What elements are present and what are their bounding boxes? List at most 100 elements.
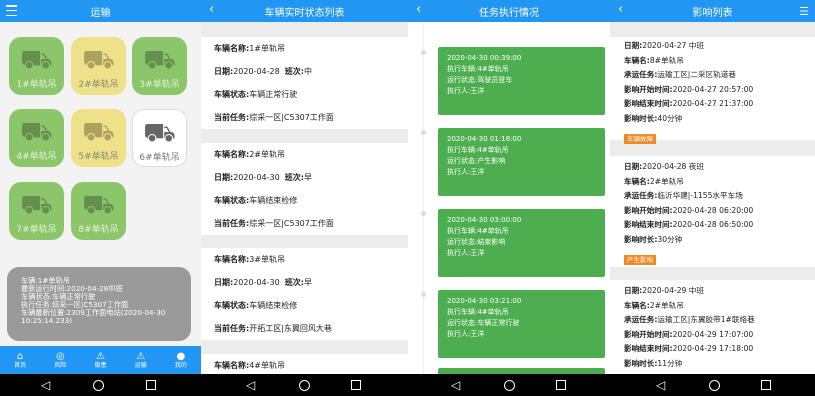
home-circle-icon[interactable] bbox=[504, 380, 515, 391]
field-value: 车辆结束检修 bbox=[249, 196, 298, 205]
back-triangle-icon[interactable]: ◁ bbox=[451, 378, 460, 392]
tab-label: 隐患 bbox=[94, 361, 107, 369]
impact-card[interactable]: 日期:2020-04-29 中班 车辆名:2#单轨吊 承运任务:运输工区|东翼胶… bbox=[610, 280, 815, 374]
header: ‹ 影响列表 ☰ bbox=[610, 0, 815, 22]
back-triangle-icon[interactable]: ◁ bbox=[246, 378, 255, 392]
timeline-dot bbox=[421, 130, 426, 135]
vehicle-card[interactable]: 车辆名称:4#单轨吊 bbox=[201, 354, 408, 374]
field-value: 2020-04-29 17:18:00 bbox=[672, 344, 754, 353]
recents-square-icon[interactable] bbox=[556, 380, 566, 390]
back-arrow-icon[interactable]: ‹ bbox=[416, 3, 421, 17]
task-card[interactable]: 2020-04-30 03:21:00 执行车辆:4#单轨吊 运行状态:车辆正常… bbox=[438, 290, 605, 358]
task-vehicle: 执行车辆:4#单轨吊 bbox=[447, 308, 509, 316]
field-label: 承运任务: bbox=[624, 70, 658, 79]
vehicle-tile[interactable]: ⛟ 2#单轨吊 bbox=[71, 37, 126, 95]
transport-screen: 运输 ⛟ 1#单轨吊 ⛟ 2#单轨吊 ⛟ 3#单轨吊 ⛟ 4#单轨吊 ⛟ 5#单轨吊 ⛟ 6… bbox=[0, 0, 201, 374]
field-value: 40分钟 bbox=[657, 113, 683, 123]
field-label: 车辆名称: bbox=[214, 150, 250, 159]
field-label: 车辆名: bbox=[624, 176, 650, 186]
tab-hazard[interactable]: ⚠ 隐患 bbox=[80, 346, 120, 374]
field-value: 2020-04-30 bbox=[233, 278, 280, 287]
card-line: 影响时长:40分钟 bbox=[624, 112, 815, 127]
field-value: 2020-04-30 bbox=[233, 173, 280, 182]
vehicle-tile[interactable]: ⛟ 5#单轨吊 bbox=[71, 109, 126, 167]
field-value: 2020-04-27 20:57:00 bbox=[672, 84, 754, 94]
tab-risk[interactable]: ◎ 风险 bbox=[40, 346, 80, 374]
recents-square-icon[interactable] bbox=[146, 380, 156, 390]
field-value: 早 bbox=[304, 278, 312, 287]
field-label: 影响结束时间: bbox=[624, 220, 673, 229]
truck-icon: ⛟ bbox=[82, 45, 115, 75]
tab-mine[interactable]: ● 我的 bbox=[161, 346, 201, 374]
field-value: 2020-04-27 21:37:00 bbox=[672, 99, 754, 108]
tab-home[interactable]: ⌂ 首页 bbox=[0, 346, 40, 374]
bottom-tab-bar: ⌂ 首页 ◎ 风险 ⚠ 隐患 ⚠ 运输 ● 我的 bbox=[0, 346, 201, 374]
vehicle-label: 8#单轨吊 bbox=[78, 225, 119, 235]
field-label: 影响时长: bbox=[624, 113, 658, 123]
menu-icon[interactable] bbox=[6, 5, 17, 16]
tab-label: 我的 bbox=[174, 361, 187, 369]
field-label: 影响开始时间: bbox=[624, 84, 673, 94]
vehicle-card[interactable]: 车辆名称:2#单轨吊 日期:2020-04-30 班次:早 车辆状态:车辆结束检… bbox=[201, 143, 408, 235]
field-label: 班次: bbox=[284, 173, 304, 182]
field-label: 影响开始时间: bbox=[624, 205, 673, 215]
task-card[interactable]: 2020-04-30 01:18:00 执行车辆:4#单轨吊 运行状态:产生影响… bbox=[438, 128, 605, 196]
task-time: 2020-04-30 03:21:00 bbox=[447, 297, 522, 305]
impact-card[interactable]: 日期:2020-04-28 夜班 车辆名:2#单轨吊 承运任务:临沂华建|-11… bbox=[610, 156, 815, 267]
vehicle-tile[interactable]: ⛟ 1#单轨吊 bbox=[9, 37, 64, 95]
field-value: 30分钟 bbox=[657, 234, 683, 244]
home-circle-icon[interactable] bbox=[299, 380, 310, 391]
field-label: 影响开始时间: bbox=[624, 329, 673, 339]
field-value: 综采一区|C5307工作面 bbox=[249, 219, 334, 228]
home-circle-icon[interactable] bbox=[709, 380, 720, 391]
task-card[interactable]: 2020-04-30 00:39:00 执行车辆:4#单轨吊 运行状态:驾驶员登… bbox=[438, 47, 605, 115]
field-value: 2020-04-29 中班 bbox=[642, 286, 704, 295]
vehicle-label: 3#单轨吊 bbox=[139, 80, 180, 90]
task-vehicle: 执行车辆:4#单轨吊 bbox=[447, 227, 509, 235]
card-line: 车辆状态:车辆正常行驶 bbox=[214, 83, 408, 106]
vehicle-card[interactable]: 车辆名称:1#单轨吊 日期:2020-04-28 班次:中 车辆状态:车辆正常行… bbox=[201, 37, 408, 129]
vehicle-tile[interactable]: ⛟ 6#单轨吊 bbox=[132, 109, 187, 167]
back-triangle-icon[interactable]: ◁ bbox=[656, 378, 665, 392]
back-arrow-icon[interactable]: ‹ bbox=[209, 3, 214, 17]
vehicle-label: 7#单轨吊 bbox=[16, 225, 57, 235]
vehicle-tile[interactable]: ⛟ 4#单轨吊 bbox=[9, 109, 64, 167]
task-execution-screen: ‹ 任务执行情况 2020-04-30 00:39:00 执行车辆:4#单轨吊 … bbox=[408, 0, 610, 374]
field-value: 2020-04-28 06:20:00 bbox=[672, 205, 754, 215]
field-value: 临沂华建|-1155水平车场 bbox=[657, 191, 743, 200]
vehicle-tile[interactable]: ⛟ 3#单轨吊 bbox=[132, 37, 187, 95]
vehicle-tile[interactable]: ⛟ 8#单轨吊 bbox=[71, 182, 126, 240]
field-value: 2020-04-28 bbox=[233, 67, 280, 76]
back-arrow-icon[interactable]: ‹ bbox=[618, 3, 623, 17]
field-value: 2#单轨吊 bbox=[649, 176, 684, 186]
field-value: 4#单轨吊 bbox=[249, 361, 285, 370]
info-line: 10:25:14.233) bbox=[21, 316, 73, 326]
task-vehicle: 执行车辆:4#单轨吊 bbox=[447, 65, 509, 73]
home-circle-icon[interactable] bbox=[93, 380, 104, 391]
card-line: 影响结束时间:2020-04-28 06:50:00 bbox=[624, 218, 815, 233]
timeline-dot bbox=[421, 292, 426, 297]
impact-tag: 产生影响 bbox=[624, 255, 656, 265]
recents-square-icon[interactable] bbox=[761, 380, 771, 390]
card-line: 日期:2020-04-29 中班 bbox=[624, 284, 815, 299]
page-title: 任务执行情况 bbox=[479, 7, 539, 19]
task-state: 运行状态:产生影响 bbox=[447, 157, 506, 165]
home-icon: ⌂ bbox=[16, 350, 24, 362]
tab-transport[interactable]: ⚠ 运输 bbox=[121, 346, 161, 374]
card-line: 影响开始时间:2020-04-29 17:07:00 bbox=[624, 328, 815, 343]
vehicle-status-screen: ‹ 车辆实时状态列表 车辆名称:1#单轨吊 日期:2020-04-28 班次:中… bbox=[201, 0, 408, 374]
field-label: 当前任务: bbox=[214, 113, 250, 122]
impact-card[interactable]: 日期:2020-04-27 中班 车辆名:8#单轨吊 承运任务:运输工区|二采区… bbox=[610, 37, 815, 144]
vehicle-card[interactable]: 车辆名称:3#单轨吊 日期:2020-04-30 班次:早 车辆状态:车辆结束检… bbox=[201, 248, 408, 340]
recents-square-icon[interactable] bbox=[351, 380, 361, 390]
header: 运输 bbox=[0, 0, 201, 22]
field-label: 车辆名: bbox=[624, 300, 650, 310]
truck-icon: ⛟ bbox=[143, 118, 176, 148]
filter-icon[interactable]: ☰ bbox=[799, 5, 809, 18]
vehicle-tile[interactable]: ⛟ 7#单轨吊 bbox=[9, 182, 64, 240]
back-triangle-icon[interactable]: ◁ bbox=[41, 378, 50, 392]
vehicle-label: 1#单轨吊 bbox=[16, 80, 57, 90]
card-line: 影响开始时间:2020-04-28 06:20:00 bbox=[624, 204, 815, 219]
page-title: 运输 bbox=[90, 7, 111, 19]
task-card[interactable]: 2020-04-30 03:00:00 执行车辆:4#单轨吊 运行状态:结束影响… bbox=[438, 209, 605, 277]
